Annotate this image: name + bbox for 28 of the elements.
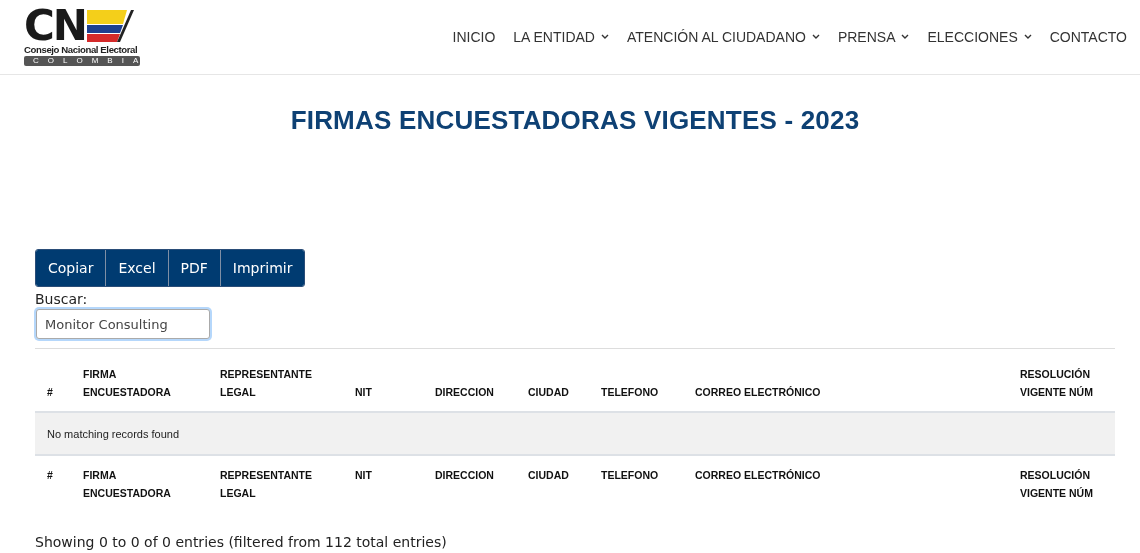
logo-text: CN	[24, 8, 86, 44]
column-footer: REPRESENTANTE LEGAL	[208, 455, 343, 514]
nav-link[interactable]: INICIO	[452, 29, 496, 45]
column-footer: NIT	[343, 455, 423, 514]
column-footer: FIRMA ENCUESTADORA	[71, 455, 208, 514]
nav-link[interactable]: ELECCIONES	[927, 29, 1032, 45]
nav-link[interactable]: ATENCIÓN AL CIUDADANO	[627, 29, 820, 45]
column-footer: TELEFONO	[589, 455, 683, 514]
column-footer: CIUDAD	[516, 455, 589, 514]
search-field[interactable]: Monitor Consulting	[36, 309, 210, 339]
logo-subtitle: Consejo Nacional Electoral	[24, 44, 139, 55]
export-button[interactable]: Imprimir	[220, 250, 305, 286]
export-button[interactable]: Copiar	[36, 250, 107, 286]
nav-link[interactable]: LA ENTIDAD	[513, 29, 609, 45]
nav-link[interactable]: CONTACTO	[1049, 29, 1127, 45]
page-title: FIRMAS ENCUESTADORAS VIGENTES - 2023	[289, 105, 861, 137]
empty-message: No matching records found	[47, 427, 180, 440]
export-button[interactable]: Excel	[106, 250, 169, 286]
column-footer: DIRECCION	[423, 455, 516, 514]
table-info: Showing 0 to 0 of 0 entries (filtered from 112 total entries)	[35, 534, 448, 550]
nav-link[interactable]: PRENSA	[837, 29, 910, 45]
search-label: Buscar:	[35, 291, 89, 307]
column-footer: #	[35, 455, 71, 514]
column-footer: CORREO ELECTRÓNICO	[683, 455, 1008, 514]
column-footer: RESOLUCIÓN VIGENTE NÚM	[1008, 455, 1115, 514]
flag-icon	[87, 10, 137, 42]
logo-country-label: COLOMBIA	[24, 56, 140, 66]
export-button[interactable]: PDF	[168, 250, 221, 286]
